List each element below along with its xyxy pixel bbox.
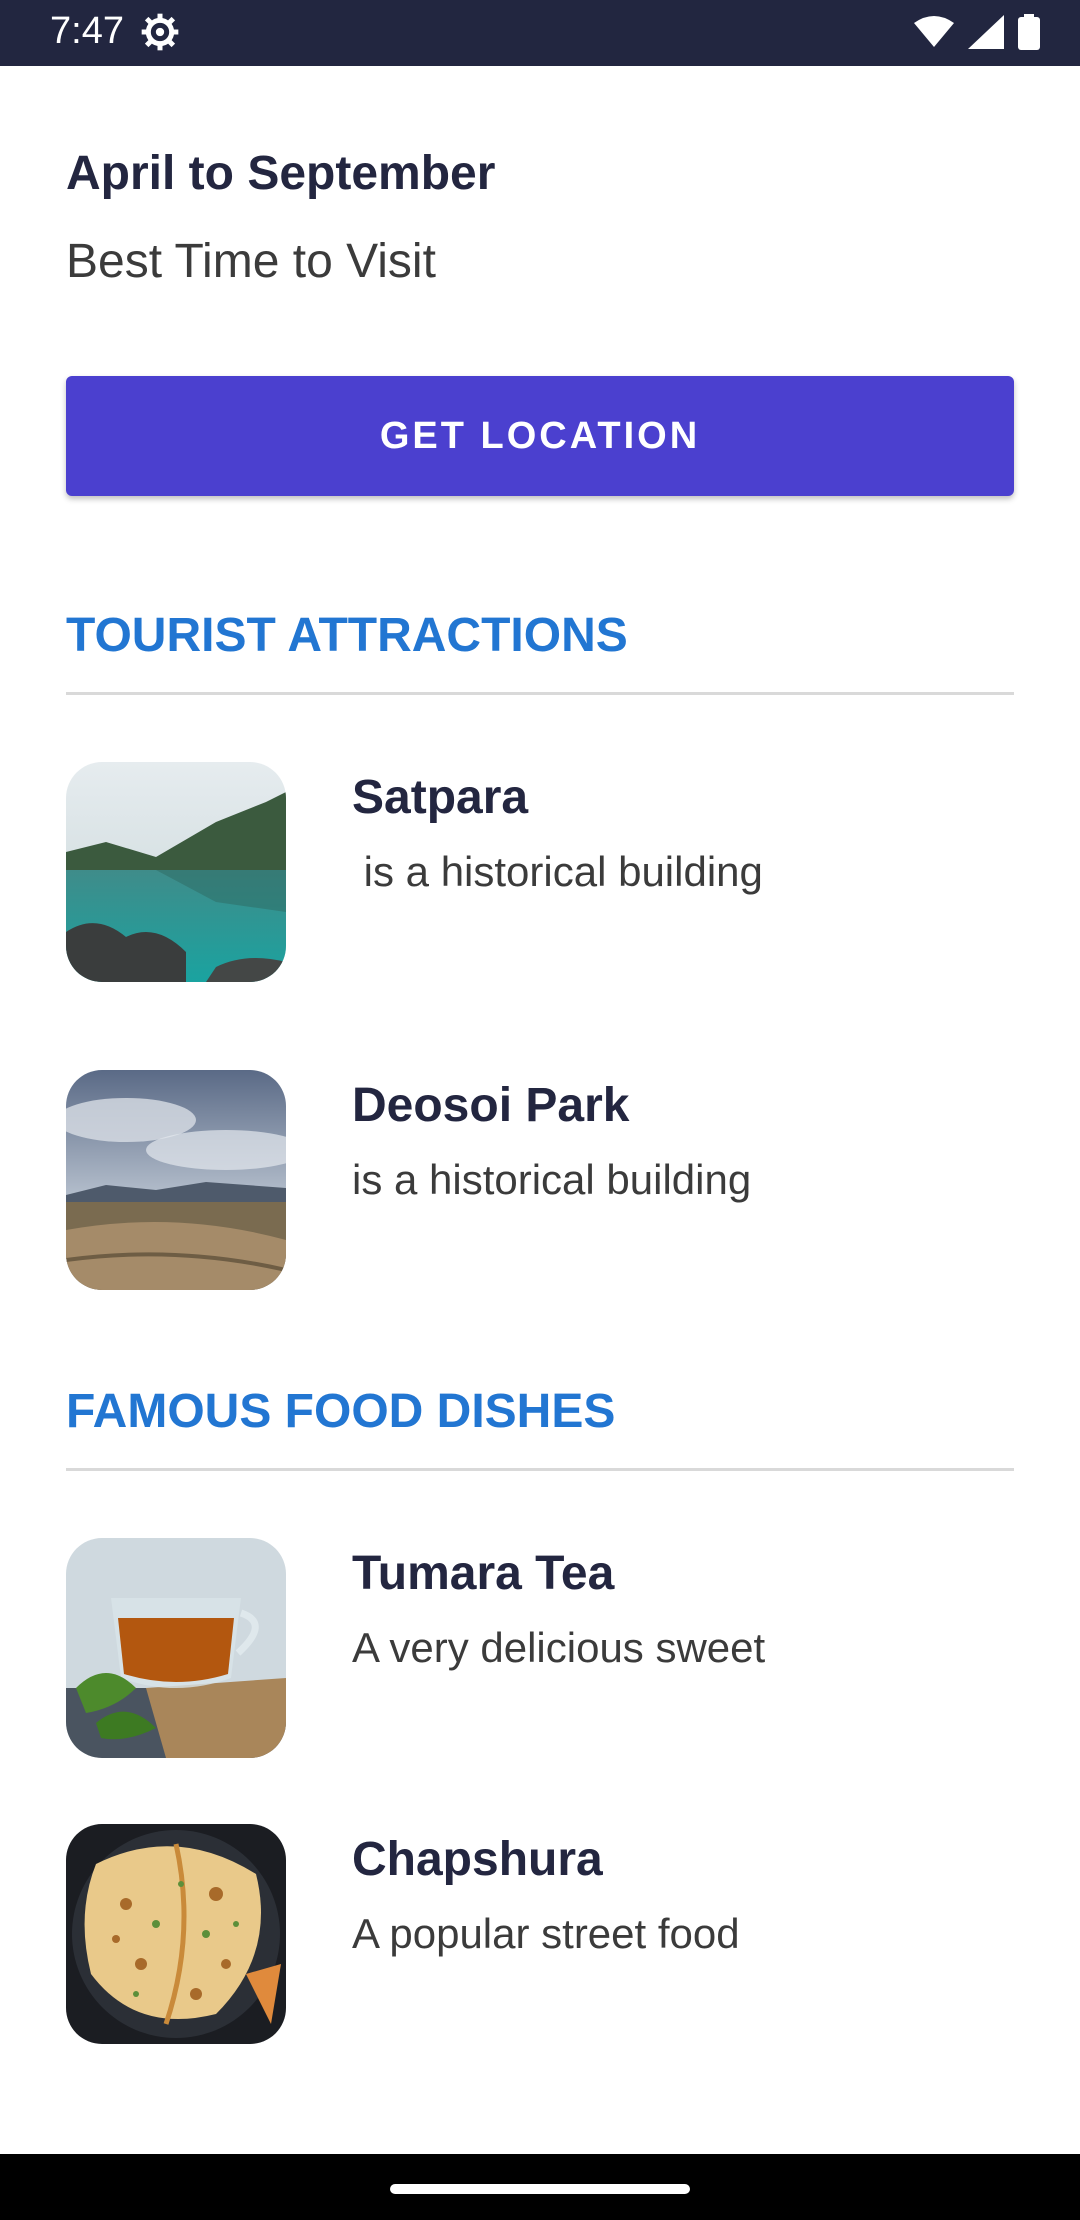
lake-mountain-image — [66, 762, 286, 982]
settings-gear-icon — [141, 13, 179, 51]
attraction-subtitle: is a historical building — [352, 1156, 752, 1203]
best-time-months: April to September — [66, 147, 496, 200]
food-title: Tumara Tea — [352, 1547, 615, 1600]
section-divider — [66, 692, 1014, 695]
food-item-tumara-tea[interactable]: Tumara Tea A very delicious sweet — [66, 1538, 1014, 1758]
famous-food-heading: FAMOUS FOOD DISHES — [66, 1385, 616, 1438]
section-divider — [66, 1468, 1014, 1471]
attraction-title: Deosoi Park — [352, 1079, 630, 1132]
food-item-chapshura[interactable]: Chapshura A popular street food — [66, 1824, 1014, 2044]
food-title: Chapshura — [352, 1833, 603, 1886]
attraction-item-deosoi-park[interactable]: Deosoi Park is a historical building — [66, 1070, 1014, 1290]
wifi-icon — [914, 16, 954, 47]
signal-icon — [968, 15, 1004, 49]
home-gesture-handle[interactable] — [390, 2184, 690, 2194]
attraction-item-satpara[interactable]: Satpara is a historical building — [66, 762, 1014, 982]
battery-icon — [1018, 14, 1040, 50]
status-bar: 7:47 — [0, 0, 1080, 66]
food-subtitle: A very delicious sweet — [352, 1624, 766, 1671]
navigation-bar — [0, 2154, 1080, 2220]
plains-road-image — [66, 1070, 286, 1290]
status-time: 7:47 — [50, 10, 124, 52]
best-time-label: Best Time to Visit — [66, 235, 436, 288]
attraction-title: Satpara — [352, 771, 529, 824]
tea-cup-image — [66, 1538, 286, 1758]
food-subtitle: A popular street food — [352, 1910, 740, 1957]
tourist-attractions-heading: TOURIST ATTRACTIONS — [66, 609, 628, 662]
attraction-subtitle: is a historical building — [352, 848, 763, 895]
get-location-button[interactable]: GET LOCATION — [66, 376, 1014, 496]
flatbread-image — [66, 1824, 286, 2044]
